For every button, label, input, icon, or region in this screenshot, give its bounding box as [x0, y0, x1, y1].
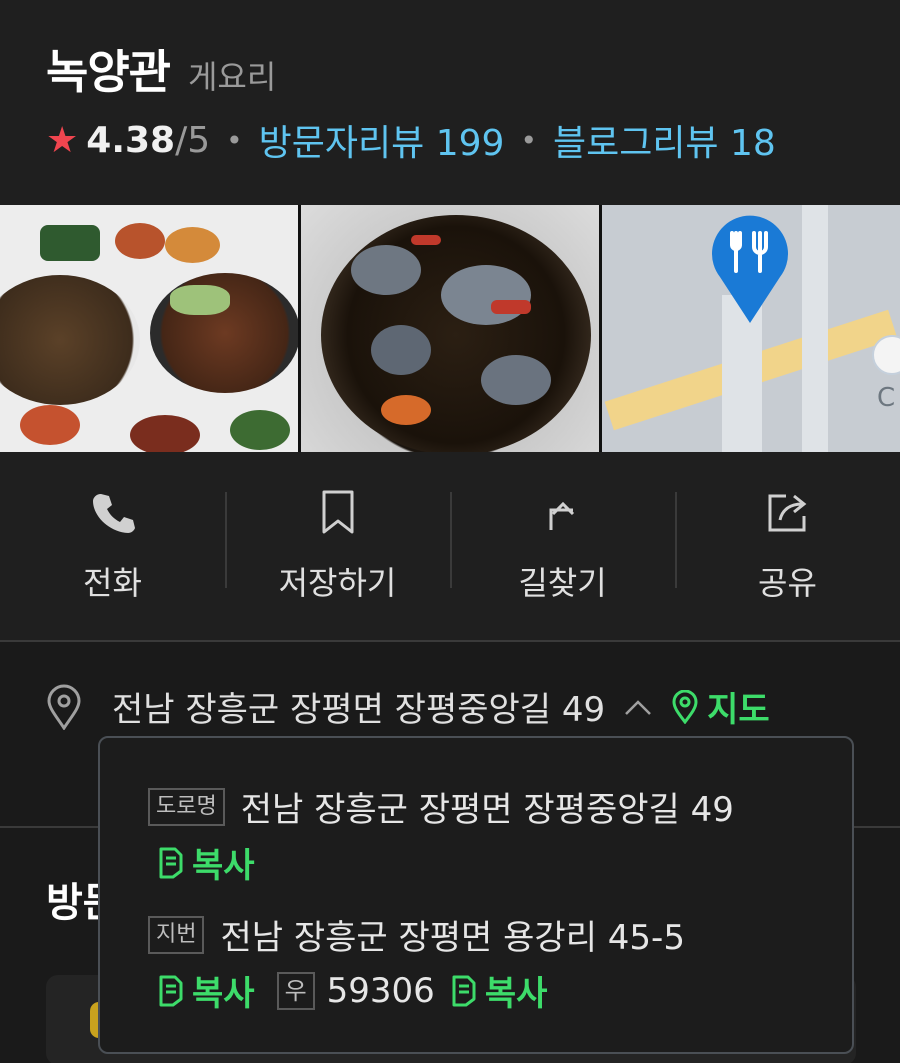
star-icon: ★ — [46, 119, 79, 161]
separator-dot: • — [520, 123, 537, 157]
road-address-line: 도로명 전남 장흥군 장평면 장평중앙길 49 — [148, 782, 734, 831]
lot-address-line: 지번 전남 장흥군 장평면 용강리 45-5 — [148, 910, 685, 959]
directions-icon — [549, 501, 574, 530]
share-button[interactable]: 공유 — [675, 486, 900, 606]
action-label: 저장하기 — [278, 564, 397, 602]
road-address-tag: 도로명 — [148, 787, 225, 826]
map-thumbnail[interactable]: C — [602, 205, 900, 452]
action-label: 길찾기 — [518, 564, 607, 602]
copy-label: 복사 — [192, 974, 255, 1014]
phone-icon — [92, 494, 135, 533]
food-photo-table[interactable] — [0, 205, 298, 452]
place-header: 녹양관 게요리 ★ 4.38 /5 • 방문자리뷰 199 • 블로그리뷰 18 — [0, 0, 900, 205]
rating-row: ★ 4.38 /5 • 방문자리뷰 199 • 블로그리뷰 18 — [46, 114, 776, 166]
address-summary: 전남 장흥군 장평면 장평중앙길 49 — [112, 690, 606, 730]
bookmark-icon — [322, 490, 353, 534]
road-address: 전남 장흥군 장평면 장평중앙길 49 — [240, 790, 734, 830]
call-button[interactable]: 전화 — [0, 486, 225, 606]
divider — [0, 640, 900, 642]
zip-tag: 우 — [276, 971, 315, 1010]
address-popup: 도로명 전남 장흥군 장평면 장평중앙길 49 복사 지번 전남 장흥군 장평면… — [98, 736, 854, 1054]
copy-icon — [159, 847, 183, 878]
title-row: 녹양관 게요리 — [46, 36, 276, 102]
action-label: 공유 — [758, 564, 817, 602]
place-category: 게요리 — [187, 58, 277, 96]
copy-label: 복사 — [192, 846, 255, 886]
copy-zip-button[interactable]: 복사 — [449, 966, 548, 1015]
photo-strip: C — [0, 205, 900, 452]
map-link[interactable]: 지도 — [671, 682, 770, 731]
lot-copy-row: 복사 우 59306 복사 — [156, 966, 547, 1015]
copy-label: 복사 — [484, 974, 548, 1014]
place-name: 녹양관 — [46, 45, 171, 99]
separator-dot: • — [226, 123, 243, 157]
chevron-up-icon[interactable] — [623, 697, 653, 717]
blog-reviews-link[interactable]: 블로그리뷰 18 — [553, 114, 776, 166]
directions-button[interactable]: 길찾기 — [450, 486, 675, 606]
rating-max: /5 — [175, 119, 211, 161]
copy-lot-address-button[interactable]: 복사 — [156, 966, 255, 1015]
share-icon — [768, 494, 806, 532]
map-link-label: 지도 — [707, 690, 770, 730]
copy-icon — [452, 975, 476, 1006]
address-row[interactable]: 전남 장흥군 장평면 장평중앙길 49 지도 — [46, 682, 770, 731]
food-photo-crab[interactable] — [301, 205, 599, 452]
map-pin-icon — [672, 689, 698, 724]
action-label: 전화 — [83, 564, 142, 602]
map-pin-icon — [712, 215, 788, 323]
action-bar: 전화 저장하기 길찾기 공유 — [0, 452, 900, 640]
road-copy-row: 복사 — [156, 838, 255, 887]
visitor-reviews-link[interactable]: 방문자리뷰 199 — [259, 114, 505, 166]
zip-code: 59306 — [326, 970, 435, 1011]
lot-address-tag: 지번 — [148, 915, 205, 954]
rating-value: 4.38 — [86, 119, 176, 161]
copy-road-address-button[interactable]: 복사 — [156, 838, 255, 887]
save-button[interactable]: 저장하기 — [225, 486, 450, 606]
location-pin-icon — [47, 684, 81, 730]
lot-address: 전남 장흥군 장평면 용강리 45-5 — [220, 918, 685, 958]
copy-icon — [159, 975, 183, 1006]
